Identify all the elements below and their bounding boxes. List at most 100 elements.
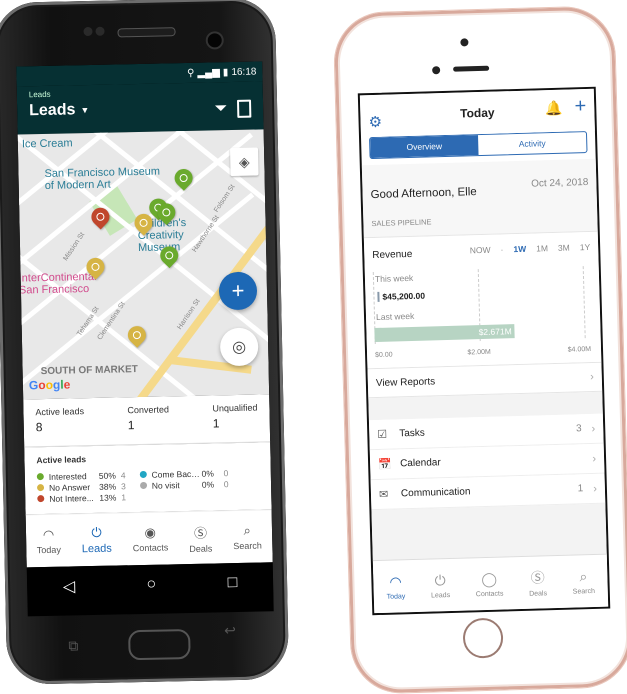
google-logo: Google	[28, 377, 71, 393]
battery-icon: ▮	[222, 66, 229, 78]
lead-stats: Active leads 8 Converted 1 Unqualified 1	[23, 394, 271, 448]
chevron-right-icon: ›	[592, 452, 597, 465]
map-view[interactable]: Ice Cream San Francisco Museum of Modern…	[17, 129, 270, 400]
last-week-label: Last week	[375, 310, 415, 322]
app-bar: Leads Leads ▼ ⏷	[16, 81, 264, 135]
contact-icon: ◯	[481, 570, 498, 587]
map-place-label: InterContinental San Francisco	[18, 270, 97, 297]
period-1m[interactable]: 1M	[536, 243, 548, 253]
chevron-right-icon: ›	[591, 422, 596, 435]
active-leads-legend: Active leads Interested 50% 4 No Answer 38%…	[24, 442, 272, 515]
dollar-icon: Ⓢ	[530, 569, 545, 586]
tab-contacts[interactable]: ◉ Contacts	[132, 524, 169, 553]
android-screen: ⚲ ▂▄▆ ▮ 16:18 Leads Leads ▼ ⏷ Ice Cream …	[16, 61, 274, 617]
greeting-panel: Good Afternoon, Elle Oct 24, 2018 SALES …	[361, 158, 598, 239]
period-now[interactable]: NOW	[470, 245, 491, 256]
greeting: Good Afternoon, Elle	[370, 186, 477, 202]
legend-title: Active leads	[36, 454, 87, 466]
android-nav-bar: ◁ ○ □	[26, 562, 274, 608]
period-selector: NOW · 1W 1M 3M 1Y	[470, 242, 591, 255]
chevron-right-icon: ›	[589, 370, 594, 384]
caret-down-icon: ▼	[80, 105, 90, 116]
earpiece-speaker	[453, 65, 490, 72]
legend-item[interactable]: No visit 0% 0	[139, 478, 229, 491]
tab-leads[interactable]: ⏻ Leads	[430, 571, 450, 599]
period-separator: ·	[500, 244, 504, 255]
dollar-icon: Ⓢ	[193, 525, 208, 541]
revenue-card: Revenue NOW · 1W 1M 3M 1Y This week $45,…	[363, 231, 602, 369]
status-dot-icon	[37, 495, 45, 503]
chevron-right-icon: ›	[593, 482, 598, 495]
status-dot-icon	[36, 484, 45, 492]
front-camera	[205, 31, 224, 50]
tab-search[interactable]: ⌕ Search	[233, 522, 262, 551]
home-button[interactable]	[462, 617, 504, 659]
ios-tab-bar: ◠ Today ⏻ Leads ◯ Contacts Ⓢ Deals ⌕ Search	[372, 553, 609, 614]
iphone-screen: ⚙ Today 🔔 + Overview Activity Good After…	[357, 86, 611, 616]
map-icon[interactable]	[236, 99, 252, 118]
tab-today[interactable]: ◠ Today	[36, 527, 61, 555]
tab-deals[interactable]: Ⓢ Deals	[189, 522, 212, 553]
app-bar-subtitle: Leads	[28, 89, 51, 100]
last-week-bar[interactable]: $2.671M	[374, 324, 515, 343]
revenue-title: Revenue	[372, 248, 413, 262]
home-hw-button[interactable]	[128, 629, 191, 661]
back-icon[interactable]: ◁	[63, 576, 76, 596]
lead-pin-interested[interactable]	[170, 165, 197, 191]
revenue-chart: This week $45,200.00 Last week $2.671M $…	[372, 266, 591, 359]
calendar-icon: 📅	[378, 458, 393, 471]
tab-today[interactable]: ◠ Today	[386, 572, 406, 600]
map-place-label: San Francisco Museum of Modern Art	[44, 165, 161, 192]
map-place-label: Ice Cream	[21, 137, 73, 151]
stat-converted[interactable]: Converted 1	[127, 404, 169, 444]
gridline	[582, 266, 586, 339]
back-hw-icon[interactable]: ↩	[224, 622, 236, 639]
android-tab-bar: ◠ Today ⏻ Leads ◉ Contacts Ⓢ Deals ⌕ Search	[25, 509, 273, 568]
period-1w[interactable]: 1W	[513, 244, 526, 254]
period-3m[interactable]: 3M	[558, 243, 570, 253]
segment-overview[interactable]: Overview	[370, 135, 479, 159]
recents-icon[interactable]: □	[228, 574, 238, 592]
x-tick-label: $2.00M	[467, 348, 491, 357]
section-header: SALES PIPELINE	[371, 217, 432, 229]
checkbox-icon: ☑	[377, 428, 388, 441]
add-lead-button[interactable]: +	[218, 271, 258, 311]
app-bar-title: Leads	[28, 101, 76, 120]
tab-deals[interactable]: Ⓢ Deals	[528, 567, 547, 597]
stat-active-leads[interactable]: Active leads 8	[35, 406, 84, 446]
tab-leads[interactable]: ⏻ Leads	[81, 525, 112, 555]
earpiece-speaker	[117, 27, 176, 38]
add-icon[interactable]: +	[574, 95, 586, 118]
my-location-button[interactable]: ◎	[219, 327, 259, 367]
location-icon: ⚲	[186, 67, 195, 79]
this-week-label: This week	[374, 272, 414, 284]
home-icon[interactable]: ○	[146, 576, 156, 594]
tab-search[interactable]: ⌕ Search	[572, 567, 595, 595]
front-camera	[460, 38, 469, 47]
gauge-icon: ◠	[42, 526, 55, 543]
bell-icon[interactable]: 🔔	[545, 100, 563, 117]
crosshair-icon: ◎	[232, 338, 247, 357]
contact-icon: ◉	[144, 524, 157, 540]
layers-icon[interactable]: ◈	[230, 147, 259, 177]
signal-icon: ▂▄▆	[197, 66, 220, 79]
leads-icon: ⏻	[434, 571, 446, 588]
status-dot-icon	[139, 470, 147, 479]
search-icon: ⌕	[243, 522, 251, 538]
stat-unqualified[interactable]: Unqualified 1	[212, 403, 258, 443]
legend-item[interactable]: Not Intere... 13% 1	[37, 491, 126, 504]
street-label: Mission St	[62, 231, 87, 263]
view-selector[interactable]: Leads ▼	[29, 101, 90, 120]
proximity-sensor	[432, 66, 441, 75]
gauge-icon: ◠	[389, 572, 402, 590]
tab-contacts[interactable]: ◯ Contacts	[475, 570, 504, 598]
filter-icon[interactable]: ⏷	[214, 100, 227, 118]
status-dot-icon	[139, 481, 147, 490]
recents-hw-icon[interactable]: ⧉	[68, 637, 78, 654]
search-icon: ⌕	[579, 567, 588, 584]
segment-activity[interactable]: Activity	[478, 132, 587, 155]
proximity-sensor	[83, 26, 93, 37]
this-week-value: $45,200.00	[377, 290, 426, 302]
period-1y[interactable]: 1Y	[580, 242, 591, 252]
iphone: ⚙ Today 🔔 + Overview Activity Good After…	[333, 6, 627, 694]
